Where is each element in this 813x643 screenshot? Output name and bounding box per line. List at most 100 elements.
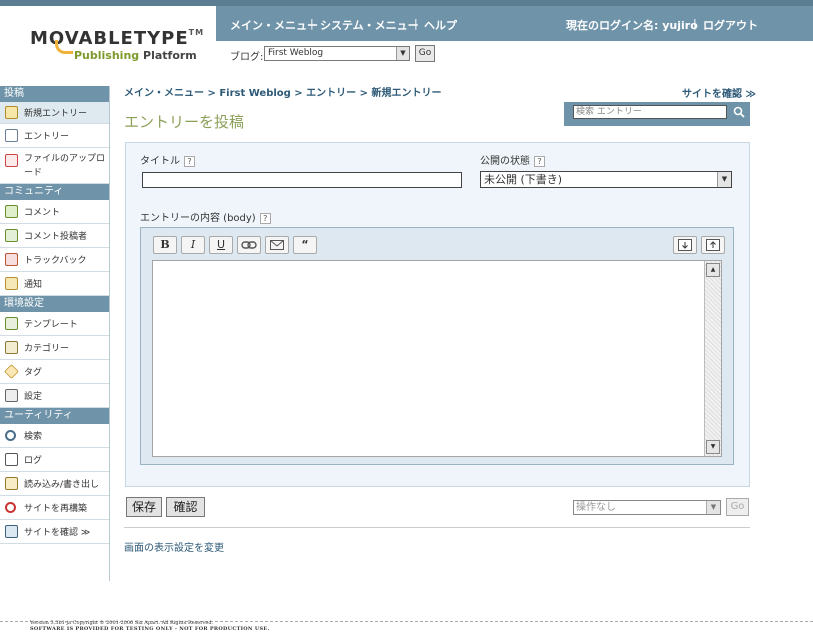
template-icon	[5, 317, 18, 330]
entry-form: タイトル? 公開の状態? 未公開 (下書き) ▼ エントリーの内容 (body)?…	[125, 142, 750, 487]
sidebar-item-label: 読み込み/書き出し	[24, 480, 100, 490]
scroll-up-icon[interactable]: ▲	[706, 263, 720, 277]
pencil-icon	[5, 106, 18, 119]
insert-image-button[interactable]	[701, 236, 725, 254]
nav-main-menu[interactable]: メイン・メニュー	[230, 17, 318, 33]
help-icon[interactable]: ?	[534, 155, 545, 167]
link-button[interactable]	[237, 236, 261, 254]
sidebar-item-templates[interactable]: テンプレート	[0, 312, 109, 336]
title-label: タイトル?	[140, 152, 195, 167]
logo-swoosh-icon	[55, 40, 73, 54]
magnifier-icon	[5, 430, 16, 441]
scroll-down-icon[interactable]: ▼	[706, 440, 720, 454]
nav-system-menu[interactable]: システム・メニュー	[320, 17, 419, 33]
save-button[interactable]: 保存	[126, 497, 162, 517]
sidebar-item-label: コメント投稿者	[24, 232, 88, 242]
divider	[124, 527, 750, 528]
body-textarea[interactable]: ▲ ▼	[152, 260, 722, 457]
quote-button[interactable]: “	[293, 236, 317, 254]
sidebar-section-utility: ユーティリティ	[0, 408, 109, 424]
breadcrumb[interactable]: メイン・メニュー > First Weblog > エントリー > 新規エントリ…	[124, 84, 442, 99]
sidebar-item-label: トラックバック	[24, 256, 87, 266]
sidebar-item-rebuild[interactable]: サイトを再構築	[0, 496, 109, 520]
title-input[interactable]	[142, 172, 462, 188]
status-select[interactable]: 未公開 (下書き) ▼	[480, 171, 732, 188]
footer-notice: SOFTWARE IS PROVIDED FOR TESTING ONLY - …	[30, 626, 270, 632]
nav-separator: |	[693, 17, 697, 30]
action-select[interactable]: 操作なし ▼	[573, 500, 721, 515]
scrollbar[interactable]: ▲ ▼	[704, 261, 721, 456]
insert-file-button[interactable]	[673, 236, 697, 254]
nav-logout[interactable]: ログアウト	[703, 17, 758, 33]
footer: Version 3.3b1-ja Copyright © 2001-2006 S…	[30, 620, 270, 632]
upload-icon	[5, 154, 18, 167]
sidebar-item-trackbacks[interactable]: トラックバック	[0, 248, 109, 272]
view-site-link[interactable]: サイトを確認 ≫	[682, 85, 756, 100]
top-nav: メイン・メニュー | システム・メニュー | ヘルプ 現在のログイン名: yuj…	[216, 6, 813, 41]
header: MOVABLETYPETM Publishing Platform メイン・メニ…	[0, 0, 813, 79]
log-icon	[5, 453, 18, 466]
search-icon[interactable]	[733, 106, 745, 118]
category-icon	[5, 341, 18, 354]
nav-separator: |	[310, 17, 314, 30]
sidebar-item-label: エントリー	[24, 132, 70, 142]
sidebar-item-config[interactable]: 設定	[0, 384, 109, 408]
rebuild-icon	[5, 502, 16, 513]
preview-button[interactable]: 確認	[166, 497, 205, 517]
chevron-down-icon: ▼	[396, 47, 409, 60]
sidebar-item-label: サイトを再構築	[24, 504, 88, 514]
envelope-icon	[5, 277, 18, 290]
help-icon[interactable]: ?	[184, 155, 195, 167]
import-export-icon	[5, 477, 18, 490]
sidebar-item-entries[interactable]: エントリー	[0, 124, 109, 148]
window-icon	[5, 525, 18, 538]
action-go-button[interactable]: Go	[726, 498, 749, 516]
blog-label: ブログ:	[230, 52, 264, 63]
sidebar-item-upload[interactable]: ファイルのアップロード	[0, 148, 109, 184]
commenter-icon	[5, 229, 18, 242]
trackback-icon	[5, 253, 18, 266]
insert-image-icon	[706, 239, 720, 251]
italic-button[interactable]: I	[181, 236, 205, 254]
sidebar-item-new-entry[interactable]: 新規エントリー	[0, 102, 109, 124]
bold-button[interactable]: B	[153, 236, 177, 254]
sidebar: 投稿 新規エントリー エントリー ファイルのアップロード コミュニティ コメント…	[0, 86, 110, 581]
search-input[interactable]: 検索 エントリー	[573, 105, 727, 119]
sidebar-item-label: 検索	[24, 432, 43, 442]
underline-button[interactable]: U	[209, 236, 233, 254]
sidebar-item-import-export[interactable]: 読み込み/書き出し	[0, 472, 109, 496]
chevron-down-icon: ▼	[717, 172, 731, 187]
sidebar-item-label: テンプレート	[24, 320, 78, 330]
blog-go-button[interactable]: Go	[415, 45, 435, 62]
sidebar-item-label: 新規エントリー	[24, 109, 88, 119]
help-icon[interactable]: ?	[259, 212, 271, 224]
sidebar-item-label: タグ	[24, 368, 43, 378]
sidebar-item-comments[interactable]: コメント	[0, 200, 109, 224]
sidebar-item-log[interactable]: ログ	[0, 448, 109, 472]
login-status: 現在のログイン名: yujiro	[566, 19, 698, 32]
sidebar-item-view-site[interactable]: サイトを確認 ≫	[0, 520, 109, 544]
logo[interactable]: MOVABLETYPETM Publishing Platform	[0, 6, 216, 79]
email-button[interactable]	[265, 236, 289, 254]
sidebar-item-categories[interactable]: カテゴリー	[0, 336, 109, 360]
nav-separator: |	[414, 17, 418, 30]
envelope-icon	[270, 240, 284, 250]
sidebar-item-label: コメント	[24, 208, 61, 218]
nav-help[interactable]: ヘルプ	[424, 17, 457, 33]
sidebar-item-tags[interactable]: タグ	[0, 360, 109, 384]
chevron-down-icon: ▼	[706, 501, 720, 514]
sidebar-item-search[interactable]: 検索	[0, 424, 109, 448]
sidebar-item-commenters[interactable]: コメント投稿者	[0, 224, 109, 248]
sidebar-section-settings: 環境設定	[0, 296, 109, 312]
page-title: エントリーを投稿	[124, 113, 245, 131]
sidebar-section-post: 投稿	[0, 86, 109, 102]
sidebar-item-label: カテゴリー	[24, 344, 70, 354]
sidebar-item-label: 通知	[24, 280, 43, 290]
search-box: 検索 エントリー	[564, 102, 750, 126]
sidebar-item-notifications[interactable]: 通知	[0, 272, 109, 296]
blog-selector-row: ブログ: First Weblog ▼ Go	[216, 41, 813, 79]
sidebar-item-label: ログ	[24, 456, 43, 466]
tag-icon	[4, 364, 19, 379]
display-settings-link[interactable]: 画面の表示設定を変更	[124, 539, 224, 554]
blog-select[interactable]: First Weblog ▼	[264, 46, 410, 61]
